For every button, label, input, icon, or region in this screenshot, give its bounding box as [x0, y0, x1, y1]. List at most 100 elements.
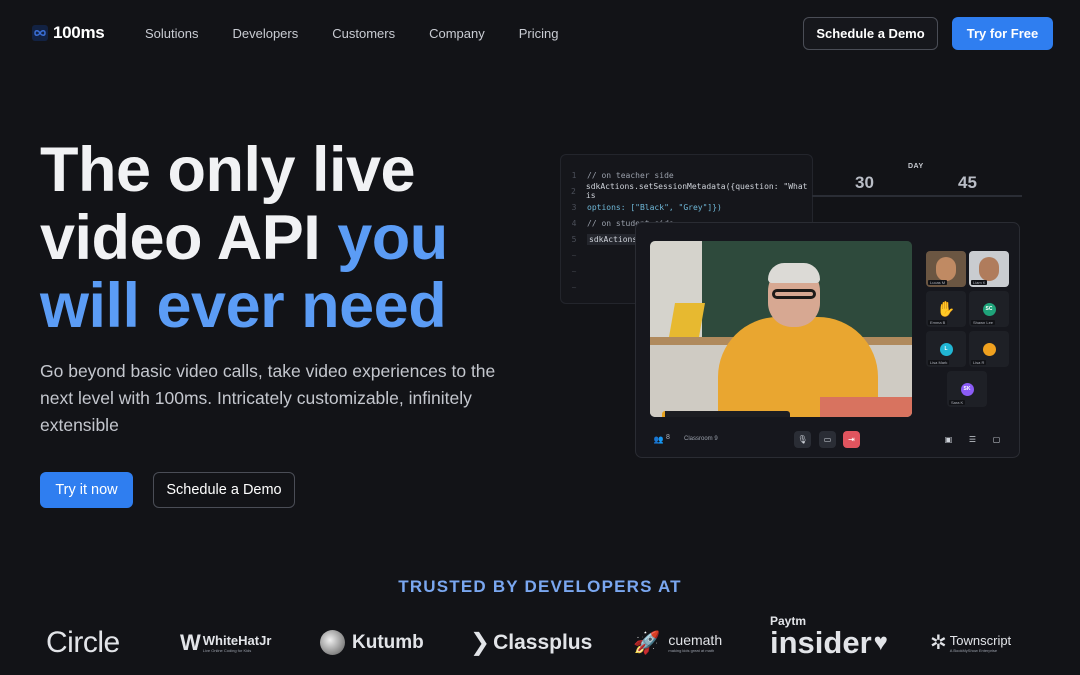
try-it-now-button[interactable]: Try it now — [40, 472, 133, 508]
nav-link-developers[interactable]: Developers — [232, 26, 298, 41]
brand-tagline: Live Online Coding for Kids — [202, 647, 252, 653]
trusted-heading: TRUSTED BY DEVELOPERS AT — [398, 577, 682, 596]
hero-title: The only live video API you will ever ne… — [40, 136, 540, 340]
participant-name: Shawn Lee — [971, 320, 996, 325]
whitehatjr-w-icon: W — [180, 629, 201, 655]
participant-name: Lisa R — [971, 360, 987, 365]
brand-tagline: making kids great at math — [668, 648, 715, 653]
brand-name: Circle — [46, 625, 120, 659]
code-line: 1 // on teacher side — [561, 167, 812, 183]
video-books — [669, 303, 705, 337]
brand-name: Kutumb — [352, 631, 424, 653]
townscript-network-icon: ✲ — [930, 632, 947, 654]
day-chart-strip: DAY — [812, 154, 1027, 214]
customer-logos: Circle W WhiteHatJr Live Online Coding fo… — [0, 615, 1080, 665]
brand-name: WhiteHatJr — [202, 632, 272, 648]
brand-logo-townscript: ✲ Townscript A BookMyShow Enterprise — [930, 620, 1011, 665]
camera-icon[interactable]: ▭ — [819, 431, 836, 448]
brand-name: Townscript — [949, 632, 1012, 648]
participant-tile[interactable]: Liam K — [969, 251, 1009, 287]
participant-tile[interactable]: L Lisa Mark — [926, 331, 966, 367]
line-number: 1 — [571, 170, 577, 180]
day-axis-line — [812, 195, 1022, 197]
participant-name: Lucas M — [928, 280, 948, 285]
participant-name: Sara K — [949, 400, 966, 405]
participant-tile[interactable]: Lucas M — [926, 251, 966, 287]
nav-links: Solutions Developers Customers Company P… — [145, 26, 593, 41]
line-number: 2 — [571, 186, 576, 196]
participant-video — [979, 257, 999, 281]
hand-raised-toast: ✋ Emma B raised their hand ✕ — [662, 411, 790, 417]
code-text: sdkActions.setSessionMetadata({question:… — [585, 182, 808, 200]
microphone-icon[interactable]: 🎙 — [794, 431, 811, 448]
brand-logo-classplus: ❯ Classplus — [470, 620, 592, 665]
code-line: 3 options: ["Black", "Grey"]}) — [561, 199, 812, 215]
brand-logo-circle: Circle — [46, 620, 120, 665]
participant-tile[interactable]: Lisa R — [969, 331, 1009, 367]
brand-name-block: cuemath making kids great at math — [668, 632, 722, 653]
screenshare-icon[interactable]: ▣ — [940, 431, 957, 448]
brand-name: Classplus — [493, 630, 593, 654]
classplus-chevron-icon: ❯ — [470, 629, 491, 656]
nav-link-customers[interactable]: Customers — [332, 26, 395, 41]
participant-tile[interactable]: SC Shawn Lee — [969, 291, 1009, 327]
line-number: 4 — [571, 218, 577, 228]
day-label: DAY — [908, 163, 924, 170]
code-text: // on teacher side — [587, 170, 674, 180]
brand-prefix: Paytm — [770, 614, 807, 628]
nav-link-solutions[interactable]: Solutions — [145, 26, 198, 41]
video-app-mockup: ✋ Emma B raised their hand ✕ Lucas M Lia… — [635, 222, 1020, 458]
logo[interactable]: 100ms — [32, 23, 105, 43]
participant-name: Liam K — [971, 280, 988, 285]
tilde: ~ — [571, 282, 577, 292]
hero-subtitle: Go beyond basic video calls, take video … — [40, 361, 496, 435]
participant-avatar: SK — [960, 382, 974, 396]
try-for-free-button[interactable]: Try for Free — [952, 17, 1053, 50]
day-value: 45 — [958, 173, 977, 192]
hero-schedule-demo-button[interactable]: Schedule a Demo — [153, 472, 295, 508]
brand-name-block: Townscript A BookMyShow Enterprise — [950, 633, 1011, 653]
call-controls: 👥 8 Classroom 9 🎙 ▭ ⇥ ▣ ☰ ▢ — [636, 429, 1021, 453]
tilde: ~ — [571, 250, 577, 260]
participant-tile[interactable]: ✋ Emma B — [926, 291, 966, 327]
line-number: 5 — [571, 234, 577, 244]
peer-count: 8 — [666, 434, 670, 441]
brand-name-block: WhiteHatJr Live Online Coding for Kids — [203, 633, 272, 653]
participant-avatar — [982, 342, 996, 356]
video-desk — [820, 397, 912, 417]
brand-name-block: Paytm insider — [770, 615, 872, 658]
nav-link-pricing[interactable]: Pricing — [519, 26, 559, 41]
leave-call-icon[interactable]: ⇥ — [843, 431, 860, 448]
insider-heart-icon: ♥ — [873, 628, 888, 656]
nav-link-company[interactable]: Company — [429, 26, 485, 41]
participant-avatar: L — [939, 342, 953, 356]
brand-tagline: A BookMyShow Enterprise — [949, 647, 998, 653]
kutumb-globe-icon — [320, 630, 345, 655]
main-video-tile: ✋ Emma B raised their hand ✕ — [650, 241, 912, 417]
raised-hand-icon: ✋ — [936, 301, 956, 318]
schedule-demo-button[interactable]: Schedule a Demo — [803, 17, 938, 50]
participants-icon[interactable]: 👥 — [650, 431, 667, 448]
brand-logo-kutumb: Kutumb — [320, 620, 424, 665]
chat-icon[interactable]: ▢ — [988, 431, 1005, 448]
tilde: ~ — [571, 266, 577, 276]
settings-list-icon[interactable]: ☰ — [964, 431, 981, 448]
brand-logo-paytm-insider: Paytm insider ♥ — [770, 615, 888, 665]
participant-tile[interactable]: SK Sara K — [947, 371, 987, 407]
cuemath-rocket-icon: 🚀 — [633, 629, 661, 655]
day-value: 30 — [855, 173, 874, 192]
participant-video — [936, 257, 956, 281]
logo-text: 100ms — [53, 23, 105, 42]
code-text: options: ["Black", "Grey"]}) — [587, 202, 722, 212]
code-line: 2 sdkActions.setSessionMetadata({question… — [561, 182, 812, 200]
room-name: Classroom 9 — [684, 436, 718, 442]
logo-infinity-icon — [32, 25, 48, 41]
brand-logo-whitehatjr: W WhiteHatJr Live Online Coding for Kids — [180, 620, 271, 665]
brand-name: cuemath — [668, 632, 723, 648]
participant-avatar: SC — [982, 302, 996, 316]
code-text: sdkActions — [587, 233, 640, 245]
video-teacher-glasses — [772, 289, 816, 299]
brand-logo-cuemath: 🚀 cuemath making kids great at math — [633, 620, 722, 665]
participant-name: Lisa Mark — [928, 360, 950, 365]
participant-name: Emma B — [928, 320, 948, 325]
